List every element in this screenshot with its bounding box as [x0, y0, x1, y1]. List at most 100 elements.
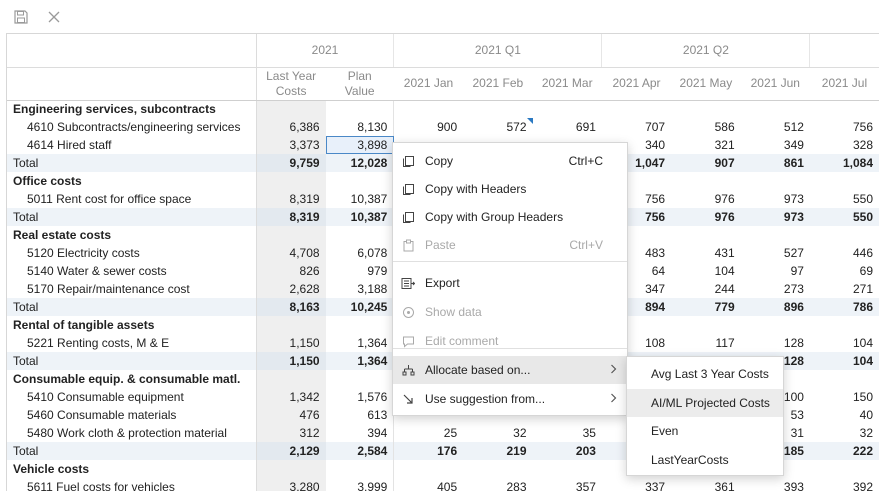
table-cell[interactable]: 3,373 — [255, 136, 326, 154]
column-header[interactable]: Last Year Costs — [256, 67, 326, 101]
table-cell[interactable]: 10,387 — [325, 190, 395, 208]
table-cell[interactable] — [741, 100, 810, 118]
table-cell[interactable]: 392 — [810, 478, 879, 491]
table-cell[interactable] — [325, 460, 395, 478]
table-cell[interactable]: 97 — [741, 262, 810, 280]
table-cell[interactable]: 979 — [325, 262, 395, 280]
table-cell[interactable]: 4,708 — [255, 244, 326, 262]
table-cell[interactable]: 69 — [810, 262, 879, 280]
table-cell[interactable] — [325, 316, 395, 334]
table-cell[interactable]: 2,628 — [255, 280, 326, 298]
table-cell[interactable] — [671, 172, 741, 190]
table-cell[interactable]: 394 — [325, 424, 395, 442]
table-cell[interactable] — [394, 460, 463, 478]
table-cell[interactable]: 393 — [741, 478, 810, 491]
table-cell[interactable] — [325, 226, 395, 244]
table-cell[interactable]: 117 — [671, 334, 741, 352]
column-header[interactable]: 2021 Feb — [463, 67, 533, 101]
menu-item-show-data[interactable]: Show data — [393, 298, 627, 326]
table-cell[interactable]: 8,319 — [255, 208, 326, 226]
table-cell[interactable]: 40 — [810, 406, 879, 424]
table-cell[interactable] — [810, 172, 879, 190]
column-header[interactable]: 2021 Jan — [393, 67, 464, 101]
table-cell[interactable] — [255, 226, 326, 244]
table-cell[interactable] — [810, 370, 879, 388]
table-cell[interactable]: 8,130 — [325, 118, 395, 136]
table-cell[interactable]: 25 — [394, 424, 463, 442]
table-cell[interactable]: 176 — [393, 442, 464, 460]
table-cell[interactable]: 1,576 — [325, 388, 395, 406]
table-cell[interactable]: 512 — [741, 118, 810, 136]
menu-item-copy-with-group-headers[interactable]: Copy with Group Headers — [393, 203, 627, 231]
table-cell[interactable]: 976 — [671, 190, 741, 208]
column-header[interactable]: 2021 Jul — [809, 67, 879, 101]
table-cell[interactable]: 1,150 — [255, 352, 326, 370]
table-cell[interactable]: 405 — [394, 478, 463, 491]
table-cell[interactable]: 321 — [671, 136, 741, 154]
table-cell[interactable]: 3,999 — [325, 478, 395, 491]
table-cell[interactable]: 6,386 — [255, 118, 326, 136]
table-cell[interactable]: 861 — [740, 154, 810, 172]
table-cell[interactable] — [741, 316, 810, 334]
table-cell[interactable]: 613 — [325, 406, 395, 424]
table-cell[interactable]: 32 — [463, 424, 532, 442]
table-cell[interactable]: 586 — [671, 118, 741, 136]
table-cell[interactable]: 572 — [463, 118, 533, 136]
table-cell[interactable]: 222 — [809, 442, 879, 460]
table-cell[interactable]: 203 — [532, 442, 602, 460]
table-cell[interactable]: 900 — [394, 118, 463, 136]
table-cell[interactable] — [255, 316, 326, 334]
table-cell[interactable]: 8,319 — [255, 190, 326, 208]
submenu-item[interactable]: Avg Last 3 Year Costs — [627, 360, 783, 388]
menu-item-copy-with-headers[interactable]: Copy with Headers — [393, 175, 627, 203]
table-cell[interactable] — [810, 100, 879, 118]
submenu-item[interactable]: LastYearCosts — [627, 446, 783, 474]
table-cell[interactable] — [810, 316, 879, 334]
menu-item-copy[interactable]: Copy Ctrl+C — [393, 147, 627, 175]
table-cell[interactable]: 1,342 — [255, 388, 326, 406]
column-header[interactable]: 2021 Mar — [532, 67, 602, 101]
table-cell[interactable]: 756 — [810, 118, 879, 136]
table-cell[interactable]: 104 — [810, 334, 879, 352]
table-cell[interactable] — [255, 100, 326, 118]
table-cell[interactable]: 8,163 — [255, 298, 326, 316]
table-cell[interactable]: 35 — [533, 424, 602, 442]
table-cell[interactable] — [463, 460, 532, 478]
table-cell[interactable] — [810, 226, 879, 244]
table-cell[interactable]: 527 — [741, 244, 810, 262]
column-header[interactable]: 2021 Jun — [740, 67, 810, 101]
table-cell[interactable] — [741, 226, 810, 244]
column-header[interactable]: 2021 May — [671, 67, 741, 101]
table-cell[interactable] — [810, 460, 879, 478]
table-cell[interactable] — [671, 316, 741, 334]
table-cell[interactable]: 973 — [740, 208, 810, 226]
table-cell[interactable]: 219 — [463, 442, 533, 460]
table-cell[interactable] — [741, 172, 810, 190]
table-cell[interactable]: 32 — [810, 424, 879, 442]
table-cell[interactable]: 550 — [810, 190, 879, 208]
table-cell[interactable]: 707 — [602, 118, 671, 136]
column-header[interactable]: 2021 Apr — [601, 67, 672, 101]
table-cell[interactable]: 691 — [533, 118, 602, 136]
table-cell[interactable]: 349 — [741, 136, 810, 154]
table-cell[interactable] — [325, 172, 395, 190]
table-cell[interactable] — [602, 100, 671, 118]
table-cell[interactable]: 3,188 — [325, 280, 395, 298]
table-cell[interactable] — [463, 100, 532, 118]
table-cell[interactable]: 896 — [740, 298, 810, 316]
table-cell[interactable]: 10,387 — [325, 208, 395, 226]
table-cell[interactable]: 128 — [741, 334, 810, 352]
table-cell[interactable]: 244 — [671, 280, 741, 298]
table-cell[interactable] — [394, 100, 463, 118]
table-cell[interactable]: 550 — [809, 208, 879, 226]
table-cell[interactable]: 2,584 — [325, 442, 395, 460]
table-cell[interactable] — [255, 172, 326, 190]
table-cell[interactable]: 1,150 — [255, 334, 326, 352]
table-cell[interactable]: 361 — [671, 478, 741, 491]
menu-item-edit-comment[interactable]: Edit comment — [393, 327, 627, 355]
table-cell[interactable]: 6,078 — [325, 244, 395, 262]
table-cell[interactable]: 779 — [671, 298, 741, 316]
menu-item-allocate-based-on[interactable]: Allocate based on... — [393, 356, 627, 384]
table-cell[interactable]: 328 — [810, 136, 879, 154]
table-cell[interactable]: 150 — [810, 388, 879, 406]
